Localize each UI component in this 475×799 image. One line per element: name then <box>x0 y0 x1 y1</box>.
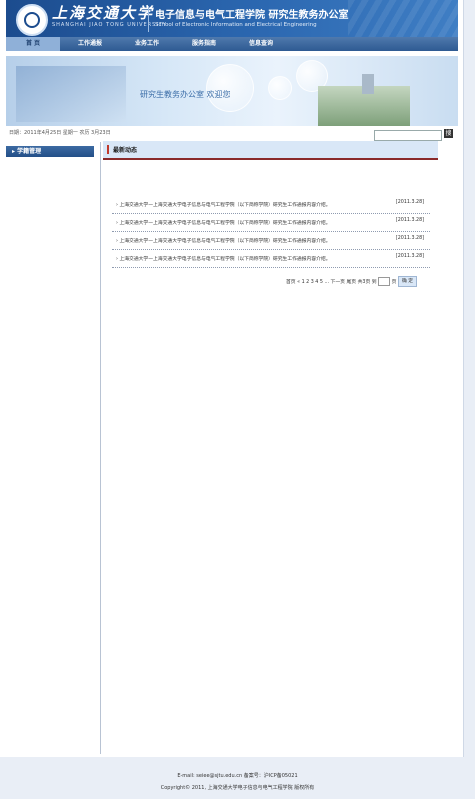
university-seal-icon <box>16 4 48 36</box>
news-link[interactable]: › 上海交通大学—上海交通大学电子信息与电气工程学院（以下简称学院）研究生工作通… <box>116 219 331 226</box>
date-display: 日期：2011年4月25日 星期一 农历 3月23日 <box>9 130 111 136</box>
page-number-input[interactable] <box>378 277 391 286</box>
news-date: [2011.3.28] <box>395 254 424 259</box>
search-input[interactable] <box>374 130 442 141</box>
school-title: 电子信息与电气工程学院 研究生教务办公室 <box>155 10 349 21</box>
header-divider <box>148 6 149 32</box>
footer-contact: E-mail: seiee@sjtu.edu.cn 备案号：沪ICP备05021 <box>177 773 298 779</box>
news-link[interactable]: › 上海交通大学—上海交通大学电子信息与电气工程学院（以下简称学院）研究生工作通… <box>116 255 331 262</box>
site-header: 上海交通大学 SHANGHAI JIAO TONG UNIVERSITY 电子信… <box>6 0 458 37</box>
sidebar-heading[interactable]: ▸ 学籍管理 <box>6 146 94 157</box>
nav-item-home[interactable]: 首 页 <box>6 37 60 51</box>
news-link[interactable]: › 上海交通大学—上海交通大学电子信息与电气工程学院（以下简称学院）研究生工作通… <box>116 237 331 244</box>
page-container: 上海交通大学 SHANGHAI JIAO TONG UNIVERSITY 电子信… <box>0 0 464 757</box>
content-heading: 最新动态 <box>103 141 438 160</box>
banner-bubble <box>268 76 292 100</box>
pagination-links[interactable]: 首页 « 1 2 3 4 5 ... 下一页 尾页 共3页 到 <box>286 280 377 285</box>
banner-people-image <box>16 66 126 122</box>
nav-item-business[interactable]: 业务工作 <box>120 37 174 51</box>
news-date: [2011.3.28] <box>395 200 424 205</box>
main-nav: 首 页 工作通报 业务工作 服务指南 信息查询 <box>6 37 458 51</box>
list-item: › 上海交通大学—上海交通大学电子信息与电气工程学院（以下简称学院）研究生工作通… <box>112 196 430 214</box>
header-decoration <box>348 0 458 37</box>
news-date: [2011.3.28] <box>395 236 424 241</box>
pagination-suffix: 页 <box>391 280 397 285</box>
welcome-banner: 研究生教务办公室 欢迎您 <box>6 56 458 126</box>
banner-campus-image <box>318 74 410 126</box>
university-english-name: SHANGHAI JIAO TONG UNIVERSITY <box>52 22 167 28</box>
nav-item-info-query[interactable]: 信息查询 <box>234 37 288 51</box>
content-heading-label: 最新动态 <box>113 147 138 154</box>
list-item: › 上海交通大学—上海交通大学电子信息与电气工程学院（以下简称学院）研究生工作通… <box>112 250 430 268</box>
nav-item-work-report[interactable]: 工作通报 <box>63 37 117 51</box>
news-list: › 上海交通大学—上海交通大学电子信息与电气工程学院（以下简称学院）研究生工作通… <box>112 196 430 268</box>
pagination: 首页 « 1 2 3 4 5 ... 下一页 尾页 共3页 到 页 确 定 <box>286 276 418 287</box>
school-english-title: School of Electronic Information and Ele… <box>155 22 317 28</box>
sidebar-divider <box>100 142 101 754</box>
list-item: › 上海交通大学—上海交通大学电子信息与电气工程学院（以下简称学院）研究生工作通… <box>112 214 430 232</box>
footer-copyright: Copyright© 2011, 上海交通大学电子信息与电气工程学院 版权所有 <box>160 785 315 791</box>
banner-welcome-text: 研究生教务办公室 欢迎您 <box>140 90 231 99</box>
nav-item-service-guide[interactable]: 服务指南 <box>177 37 231 51</box>
list-item: › 上海交通大学—上海交通大学电子信息与电气工程学院（以下简称学院）研究生工作通… <box>112 232 430 250</box>
banner-bubble <box>206 64 254 112</box>
news-date: [2011.3.28] <box>395 218 424 223</box>
search-button[interactable]: 搜 <box>444 129 453 138</box>
university-logo-text: 上海交通大学 <box>52 4 155 22</box>
news-link[interactable]: › 上海交通大学—上海交通大学电子信息与电气工程学院（以下简称学院）研究生工作通… <box>116 201 331 208</box>
go-button[interactable]: 确 定 <box>397 276 418 287</box>
heading-marker-icon <box>107 145 109 154</box>
